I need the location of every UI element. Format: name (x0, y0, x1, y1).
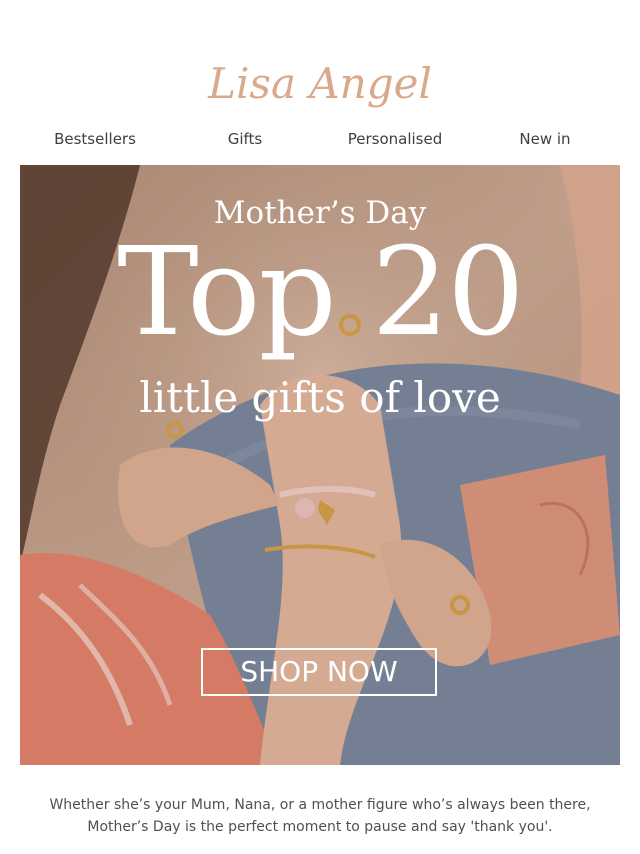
intro-line-1: Whether she’s your Mum, Nana, or a mothe… (49, 797, 591, 813)
logo-text: Lisa Angel (207, 59, 432, 108)
logo-wordmark: Lisa Angel (207, 59, 432, 108)
hero-banner[interactable]: Mother’s Day Top 20 little gifts of love… (20, 165, 620, 765)
nav-item-bestsellers[interactable]: Bestsellers (25, 130, 165, 148)
intro-text: Whether she’s your Mum, Nana, or a mothe… (30, 794, 610, 838)
nav-item-new-in[interactable]: New in (475, 130, 615, 148)
shop-now-button[interactable]: SHOP NOW (201, 648, 437, 696)
intro-line-2: Mother’s Day is the perfect moment to pa… (87, 819, 553, 835)
brand-logo[interactable]: Lisa Angel (0, 50, 640, 130)
nav-item-gifts[interactable]: Gifts (175, 130, 315, 148)
nav-item-personalised[interactable]: Personalised (325, 130, 465, 148)
hero-headline: Top 20 (117, 221, 524, 363)
main-nav: Bestsellers Gifts Personalised New in (20, 126, 620, 152)
hero-subhead: little gifts of love (139, 373, 501, 422)
